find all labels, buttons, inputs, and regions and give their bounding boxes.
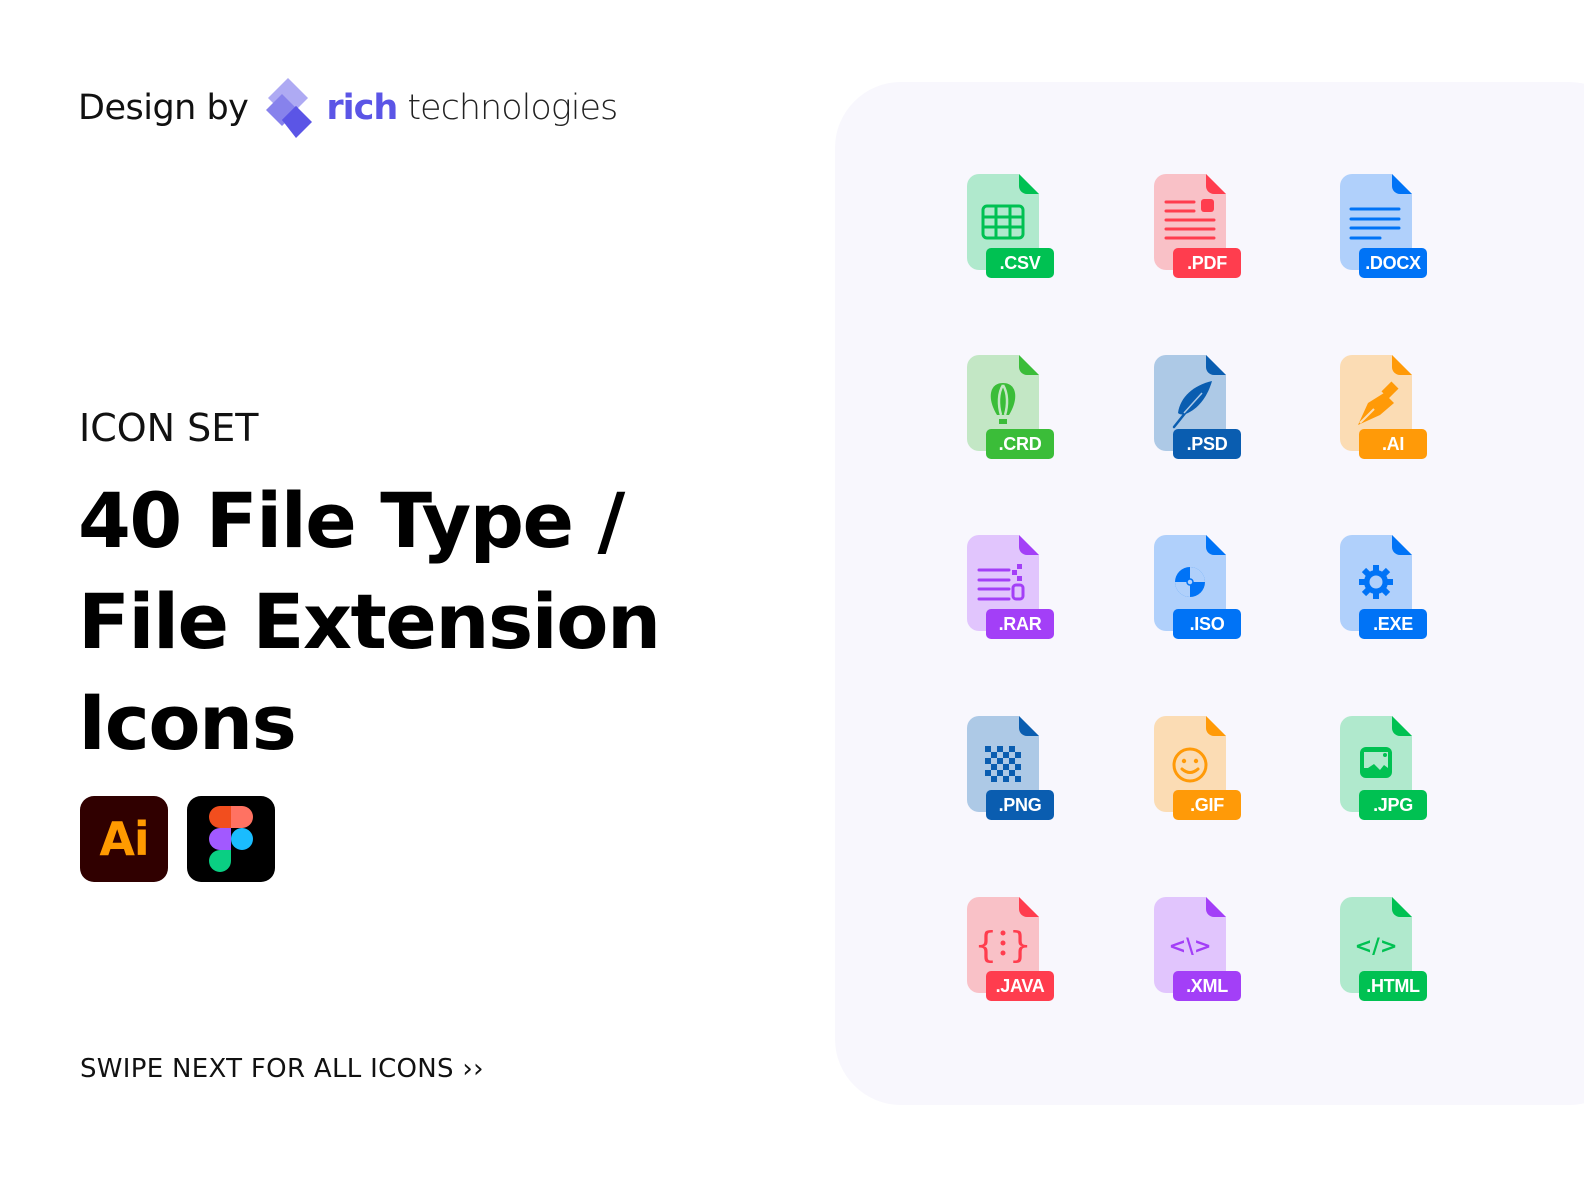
- code-slash-icon: </>: [1355, 934, 1398, 958]
- brand-name-technologies: technologies: [407, 88, 618, 128]
- file-type-icon-crd: .CRD: [967, 355, 1059, 463]
- picture-icon: [1360, 747, 1392, 778]
- brand-header: Design by rich technologies: [78, 76, 618, 140]
- brand-name-rich: rich: [326, 88, 398, 128]
- tool-icons: Ai: [80, 796, 275, 882]
- file-type-icon-docx: .DOCX: [1340, 174, 1432, 282]
- file-extension-badge: .AI: [1359, 429, 1427, 459]
- file-extension-badge: .JAVA: [986, 971, 1054, 1001]
- gear-icon: [1359, 565, 1393, 599]
- title-line: 40 File Type /: [78, 476, 625, 565]
- file-extension-badge: .RAR: [986, 609, 1054, 639]
- file-type-icon-rar: .RAR: [967, 535, 1059, 643]
- file-type-icon-pdf: .PDF: [1154, 174, 1246, 282]
- illustrator-label: Ai: [99, 812, 149, 866]
- code-backslash-icon: <\>: [1169, 934, 1212, 958]
- swipe-next-cta[interactable]: SWIPE NEXT FOR ALL ICONS ››: [80, 1054, 484, 1084]
- file-extension-badge: .CSV: [986, 248, 1054, 278]
- file-extension-badge: .JPG: [1359, 790, 1427, 820]
- file-extension-badge: .DOCX: [1359, 248, 1427, 278]
- figma-icon: [187, 796, 275, 882]
- file-type-icon-iso: .ISO: [1154, 535, 1246, 643]
- adobe-illustrator-icon: Ai: [80, 796, 168, 882]
- rich-technologies-logo-icon: [262, 76, 314, 140]
- file-extension-badge: .GIF: [1173, 790, 1241, 820]
- svg-text:<\>: <\>: [1169, 934, 1212, 958]
- file-type-icon-exe: .EXE: [1340, 535, 1432, 643]
- file-type-icon-gif: .GIF: [1154, 716, 1246, 824]
- file-type-icon-html: </> .HTML: [1340, 897, 1432, 1005]
- file-extension-badge: .CRD: [986, 429, 1054, 459]
- file-extension-badge: .XML: [1173, 971, 1241, 1001]
- file-type-icon-xml: <\> .XML: [1154, 897, 1246, 1005]
- title-line: Icons: [78, 678, 297, 767]
- file-extension-badge: .PSD: [1173, 429, 1241, 459]
- title-line: File Extension: [78, 577, 661, 666]
- disc-icon: [1175, 567, 1205, 597]
- file-type-icon-png: .PNG: [967, 716, 1059, 824]
- file-type-icon-jpg: .JPG: [1340, 716, 1432, 824]
- file-extension-badge: .PNG: [986, 790, 1054, 820]
- subtitle: ICON SET: [79, 406, 259, 450]
- file-extension-badge: .EXE: [1359, 609, 1427, 639]
- file-extension-badge: .ISO: [1173, 609, 1241, 639]
- file-extension-badge: .HTML: [1359, 971, 1427, 1001]
- page-title: 40 File Type / File Extension Icons: [78, 470, 718, 773]
- file-extension-badge: .PDF: [1173, 248, 1241, 278]
- file-type-icon-ai: .AI: [1340, 355, 1432, 463]
- file-type-icon-csv: .CSV: [967, 174, 1059, 282]
- file-type-icon-java: { } .JAVA: [967, 897, 1059, 1005]
- file-type-icon-psd: .PSD: [1154, 355, 1246, 463]
- braces-icon: { }: [974, 925, 1031, 966]
- svg-text:</>: </>: [1355, 934, 1398, 958]
- design-by-label: Design by: [78, 88, 249, 128]
